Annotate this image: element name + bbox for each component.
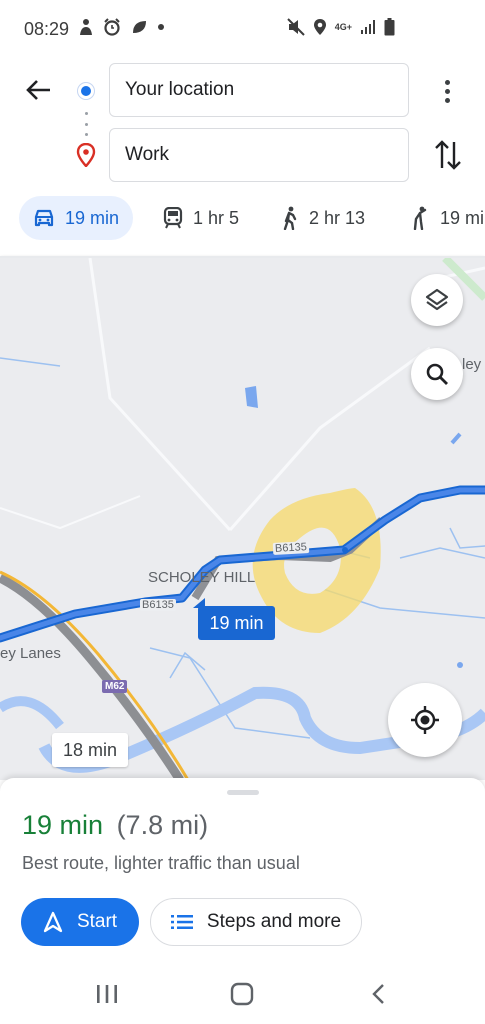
map-view[interactable]: SCHOLEY HILL ey Lanes ley B6135 B6135 M6… — [0, 258, 485, 780]
origin-field[interactable]: Your location — [109, 63, 409, 117]
travel-mode-tabs: 19 min 1 hr 5 2 hr 13 19 mi — [0, 196, 485, 244]
network-icon: 4G+ — [334, 21, 352, 32]
road-label-b6135-east: B6135 — [272, 541, 310, 555]
swap-icon[interactable] — [432, 138, 464, 172]
signal-icon — [361, 20, 375, 34]
tab-transit[interactable]: 1 hr 5 — [163, 196, 239, 240]
recents-icon — [97, 985, 117, 1003]
my-location-button[interactable] — [388, 683, 462, 757]
start-button-label: Start — [76, 911, 118, 932]
recents-button[interactable] — [87, 978, 127, 1010]
route-summary-sheet[interactable]: 19 min (7.8 mi) Best route, lighter traf… — [0, 778, 485, 964]
map-search-button[interactable] — [411, 348, 463, 400]
place-label-left: ey Lanes — [0, 645, 61, 662]
arrow-back-icon — [26, 80, 50, 100]
tab-walk[interactable]: 2 hr 13 — [281, 196, 365, 240]
system-nav-bar — [0, 964, 485, 1024]
place-label-scholey-hill: SCHOLEY HILL — [148, 569, 256, 586]
tab-walk-label: 2 hr 13 — [309, 207, 366, 228]
person-hail-icon — [413, 206, 427, 230]
route-description: Best route, lighter traffic than usual — [22, 853, 300, 873]
route-connector — [84, 112, 88, 136]
sheet-drag-handle[interactable] — [227, 790, 259, 795]
mute-icon — [287, 18, 305, 36]
destination-pin-icon — [76, 143, 96, 167]
tab-ride-label: 19 mi — [440, 207, 485, 228]
navigation-arrow-icon — [43, 911, 63, 933]
alternate-route-time-chip[interactable]: 18 min — [52, 733, 128, 767]
more-options-button[interactable] — [430, 74, 464, 108]
back-button[interactable] — [20, 72, 56, 108]
status-left-icons — [78, 18, 165, 36]
car-icon — [34, 209, 54, 227]
steps-and-more-button[interactable]: Steps and more — [150, 898, 362, 946]
search-icon — [426, 363, 448, 385]
back-nav-button[interactable] — [358, 978, 398, 1010]
layers-icon — [425, 288, 449, 311]
tab-drive-label: 19 min — [65, 207, 120, 228]
tab-transit-label: 1 hr 5 — [193, 207, 240, 228]
alarm-icon — [104, 18, 120, 36]
home-icon — [230, 982, 254, 1006]
train-icon — [163, 207, 183, 229]
location-icon — [313, 19, 326, 35]
dot-icon — [158, 24, 164, 30]
route-summary: 19 min (7.8 mi) — [22, 810, 208, 841]
tab-ride[interactable]: 19 mi — [410, 196, 484, 240]
person-icon — [80, 19, 92, 35]
battery-icon — [384, 18, 395, 36]
home-button[interactable] — [222, 978, 262, 1010]
screen: 08:29 4G+ Your location Work 19 min 1 hr… — [0, 0, 485, 1024]
route-distance: (7.8 mi) — [116, 810, 209, 840]
chevron-left-icon — [372, 984, 384, 1004]
status-right-icons: 4G+ — [287, 18, 395, 36]
place-label-right: ley — [462, 356, 482, 373]
tab-drive[interactable]: 19 min — [19, 196, 134, 240]
my-location-icon — [411, 706, 439, 734]
road-label-b6135-west: B6135 — [140, 599, 176, 611]
walk-icon — [283, 206, 297, 230]
layers-button[interactable] — [411, 274, 463, 326]
motorway-shield-m62: M62 — [102, 680, 128, 693]
list-icon — [170, 915, 193, 929]
leaf-icon — [133, 21, 146, 33]
origin-dot-icon — [78, 83, 94, 99]
primary-route-time-chip[interactable]: 19 min — [193, 598, 275, 640]
status-bar: 08:29 4G+ — [0, 0, 485, 60]
steps-button-label: Steps and more — [206, 911, 342, 932]
destination-field[interactable]: Work — [109, 128, 409, 182]
route-duration: 19 min — [22, 810, 104, 840]
start-button[interactable]: Start — [21, 898, 139, 946]
status-time: 08:29 — [24, 19, 70, 39]
